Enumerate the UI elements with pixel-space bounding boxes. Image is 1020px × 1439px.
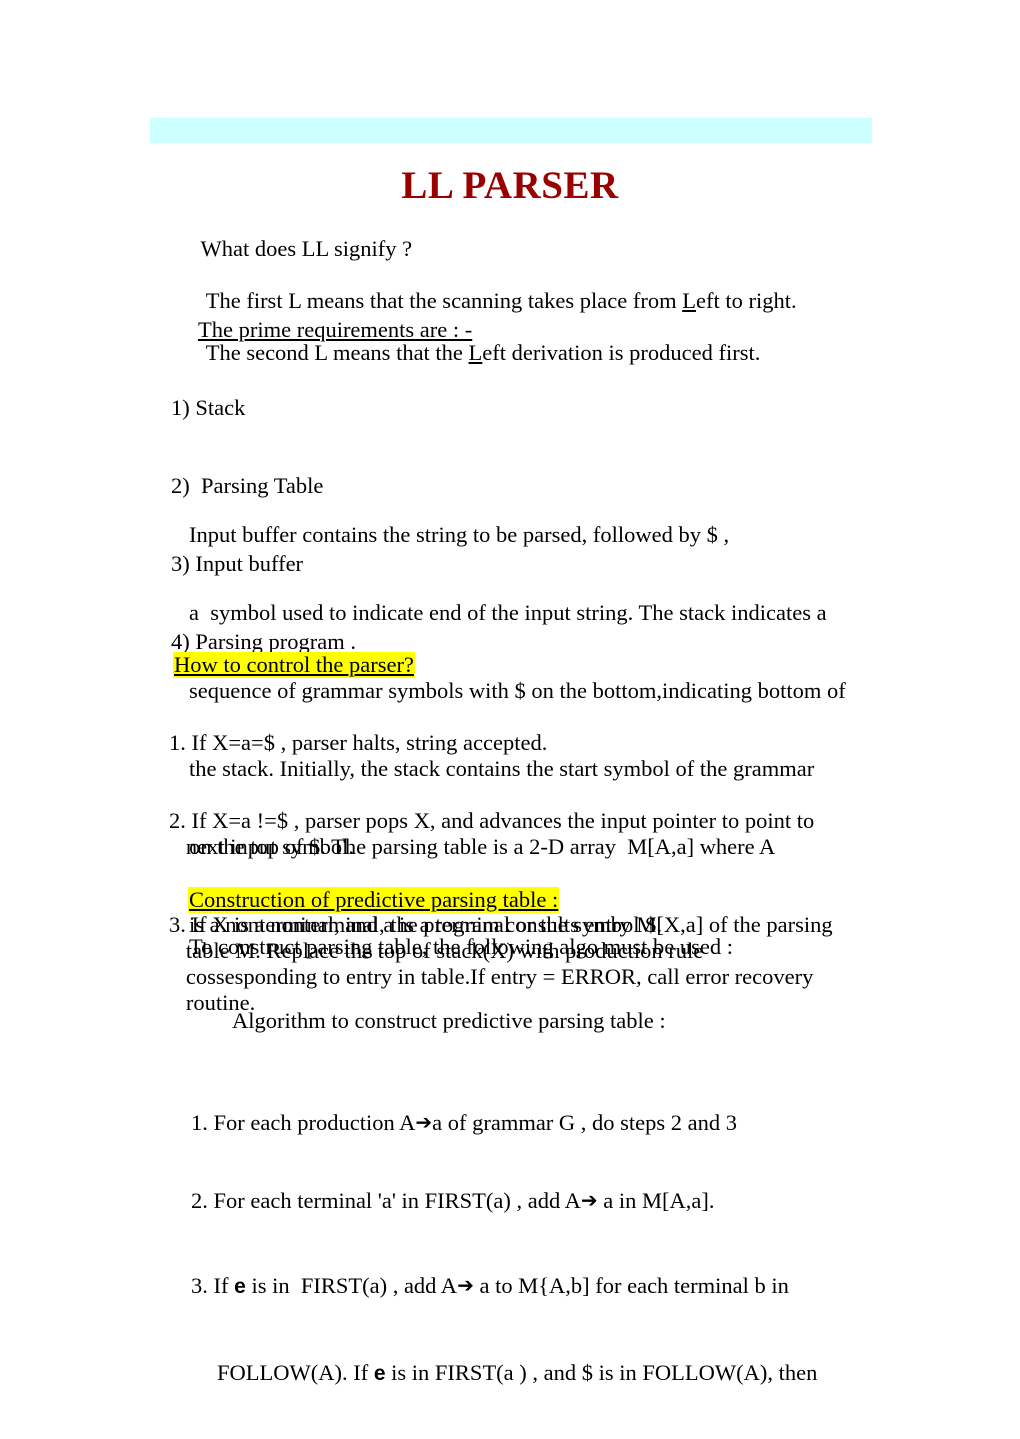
algorithm-step-3: 3. If e is in FIRST(a) , add A➔ a to M{A… xyxy=(191,1273,931,1300)
step1-post: a of grammar G , do steps 2 and 3 xyxy=(432,1110,738,1135)
intro-question: What does LL signify ? xyxy=(200,236,413,261)
cyan-banner-bar xyxy=(150,118,872,143)
page-title: LL PARSER xyxy=(401,164,619,207)
requirements-heading: The prime requirements are : - xyxy=(198,317,473,342)
arrow-icon: ➔ xyxy=(457,1273,474,1297)
algorithm-steps-list: 1. For each production A➔a of grammar G … xyxy=(191,1058,931,1439)
intro-line-first-underline: L xyxy=(682,288,696,313)
arrow-icon: ➔ xyxy=(580,1188,598,1212)
construction-subtitle: To construct parsing table, the followin… xyxy=(189,934,733,959)
step2-post: a in M[A,a]. xyxy=(597,1188,715,1213)
list-item: 2. If X=a !=$ , parser pops X, and advan… xyxy=(169,808,815,859)
step3b-pre: FOLLOW(A). If xyxy=(217,1360,374,1385)
control-section-heading: How to control the parser? xyxy=(173,652,415,678)
document-page: LL PARSER What does LL signify ? The fir… xyxy=(0,0,1020,1385)
step3-mid: is in FIRST(a) , add A xyxy=(245,1273,458,1298)
paragraph-line: a symbol used to indicate end of the inp… xyxy=(189,600,827,625)
list-item: 1) Stack xyxy=(171,395,246,420)
algorithm-step-2: 2. For each terminal 'a' in FIRST(a) , a… xyxy=(191,1188,931,1214)
intro-line-first-post: eft to right. xyxy=(695,288,797,313)
epsilon-symbol: e xyxy=(373,1362,386,1385)
algorithm-heading: Algorithm to construct predictive parsin… xyxy=(232,1008,666,1033)
step3-post: a to M{A,b] for each terminal b in xyxy=(473,1273,789,1298)
list-item: 3. If X is a nonterminal, the program co… xyxy=(169,912,833,1015)
construction-section-heading: Construction of predictive parsing table… xyxy=(188,887,560,913)
step2-pre: 2. For each terminal 'a' in FIRST(a) , a… xyxy=(191,1188,581,1213)
intro-line-first-pre: The first L means that the scanning take… xyxy=(200,288,683,313)
arrow-icon: ➔ xyxy=(415,1110,433,1134)
algorithm-step-1: 1. For each production A➔a of grammar G … xyxy=(191,1110,931,1136)
epsilon-symbol: e xyxy=(234,1275,246,1298)
step3-pre: 3. If xyxy=(191,1273,235,1298)
list-item: 1. If X=a=$ , parser halts, string accep… xyxy=(169,730,548,755)
step3b-post: is in FIRST(a ) , and $ is in FOLLOW(A),… xyxy=(385,1360,818,1385)
step1-pre: 1. For each production A xyxy=(191,1110,416,1135)
algorithm-step-3-cont: FOLLOW(A). If e is in FIRST(a ) , and $ … xyxy=(191,1360,931,1387)
paragraph-line: Input buffer contains the string to be p… xyxy=(189,522,730,547)
